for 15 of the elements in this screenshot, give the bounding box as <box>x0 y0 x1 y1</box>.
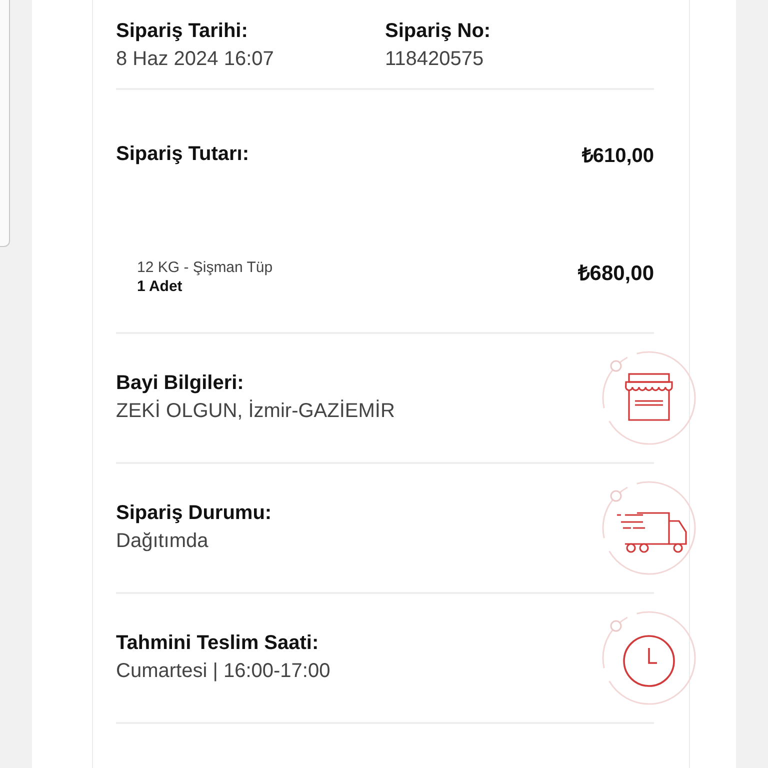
field-value: 8 Haz 2024 16:07 <box>116 47 275 72</box>
section-label: Sipariş Durumu: <box>116 501 272 526</box>
product-price: ₺680,00 <box>578 260 654 286</box>
total-label: Sipariş Tutarı: <box>116 142 249 167</box>
field-value: 118420575 <box>385 47 485 72</box>
section-label: Tahmini Teslim Saati: <box>116 631 320 656</box>
product-name: 12 KG - Şişman Tüp <box>137 258 273 278</box>
section-value: Cumartesi | 16:00-17:00 <box>116 659 330 684</box>
total-amount: ₺610,00 <box>582 144 654 169</box>
section-label: Bayi Bilgileri: <box>116 371 245 396</box>
product-quantity: 1 Adet <box>137 278 184 296</box>
field-label: Sipariş No: <box>385 19 492 44</box>
section-value: ZEKİ OLGUN, İzmir-GAZİEMİR <box>116 398 395 424</box>
section-value: Dağıtımda <box>116 529 210 554</box>
field-label: Sipariş Tarihi: <box>116 19 249 44</box>
